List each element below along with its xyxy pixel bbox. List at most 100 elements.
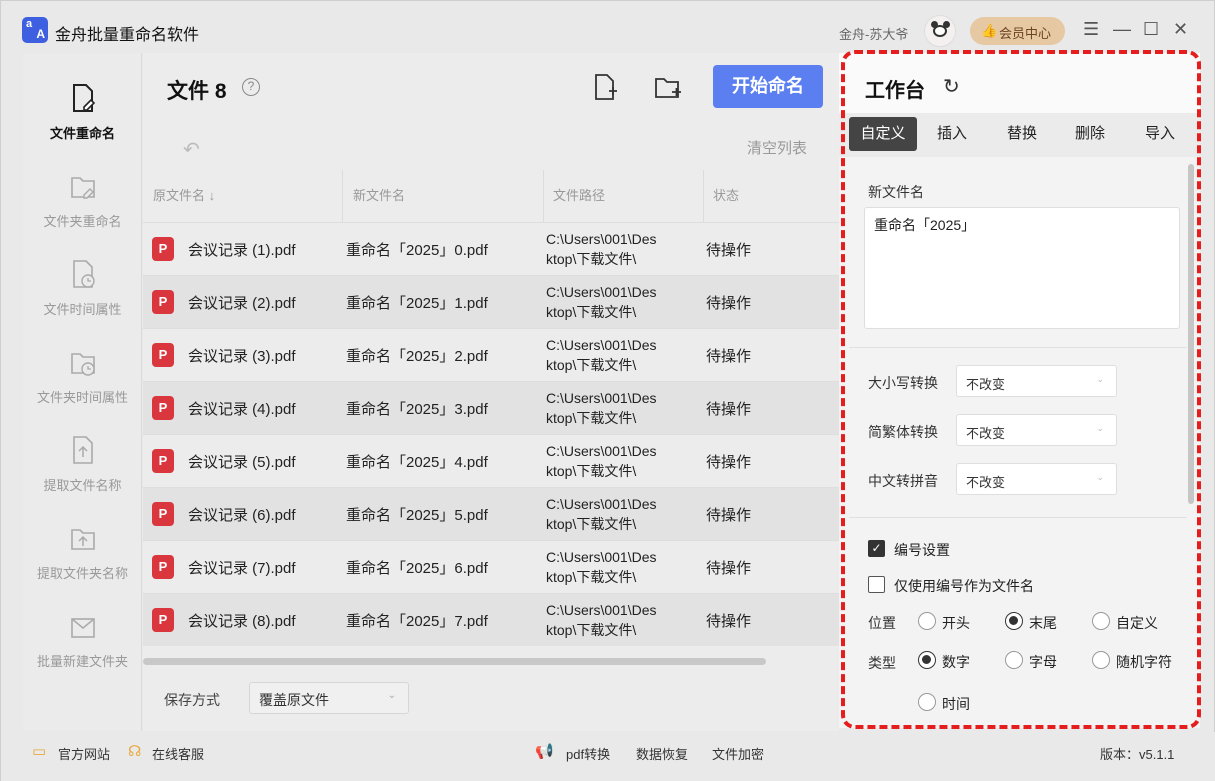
cell-file-path: C:\Users\001\Des ktop\下载文件\ [546, 335, 681, 375]
trad-simp-select[interactable]: 不改变 ⌄ [956, 414, 1117, 446]
nav-label: 批量新建文件夹 [36, 654, 128, 669]
type-random-radio[interactable] [1092, 651, 1110, 669]
workbench-body: 新文件名 重命名「2025」 大小写转换 不改变 ⌄ 简繁体转换 不改变 ⌄ 中… [839, 164, 1187, 728]
nav-item-file-time[interactable]: 文件时间属性 [23, 259, 142, 339]
case-convert-value: 不改变 [966, 377, 1006, 392]
pdf-convert-link[interactable]: pdf转换 [566, 744, 610, 763]
minimize-icon[interactable]: — [1113, 19, 1131, 39]
trad-simp-label: 简繁体转换 [868, 424, 938, 440]
monitor-icon: ▭ [32, 743, 47, 760]
save-mode-value: 覆盖原文件 [259, 692, 329, 708]
file-encrypt-link[interactable]: 文件加密 [712, 744, 764, 763]
title-bar: a A 金舟批量重命名软件 金舟-苏大爷 👍 会员中心 ☰ — ☐ ✕ [1, 1, 1215, 53]
col-file-path[interactable]: 文件路径 [543, 170, 703, 222]
online-service-link[interactable]: 在线客服 [152, 744, 204, 763]
tab-delete[interactable]: 删除 [1057, 117, 1123, 151]
tab-import[interactable]: 导入 [1127, 117, 1193, 151]
table-row[interactable]: P 会议记录 (6).pdf 重命名「2025」5.pdf C:\Users\0… [143, 487, 839, 540]
panel-vertical-scrollbar[interactable] [1188, 164, 1194, 504]
cell-new-name: 重命名「2025」2.pdf [346, 348, 488, 365]
undo-icon[interactable]: ↶ [183, 137, 200, 162]
table-row[interactable]: P 会议记录 (7).pdf 重命名「2025」6.pdf C:\Users\0… [143, 540, 839, 593]
path-line: ktop\下载文件\ [546, 516, 637, 532]
tab-custom[interactable]: 自定义 [849, 117, 917, 151]
table-row[interactable]: P 会议记录 (5).pdf 重命名「2025」4.pdf C:\Users\0… [143, 434, 839, 487]
col-original-name[interactable]: 原文件名 ↓ [143, 170, 342, 222]
new-name-input[interactable]: 重命名「2025」 [864, 207, 1180, 329]
nav-item-folder-rename[interactable]: 文件夹重命名 [23, 171, 142, 251]
nav-item-extract-folder-name[interactable]: 提取文件夹名称 [23, 523, 142, 603]
refresh-icon[interactable]: ↻ [943, 74, 960, 99]
cell-new-name: 重命名「2025」0.pdf [346, 242, 488, 259]
type-time-label: 时间 [942, 696, 970, 712]
position-start-radio[interactable] [918, 612, 936, 630]
path-line: C:\Users\001\Des [546, 602, 657, 618]
type-letter-radio[interactable] [1005, 651, 1023, 669]
type-letter-label: 字母 [1029, 654, 1057, 670]
table-row[interactable]: P 会议记录 (8).pdf 重命名「2025」7.pdf C:\Users\0… [143, 593, 839, 646]
maximize-icon[interactable]: ☐ [1143, 19, 1159, 39]
table-row[interactable]: P 会议记录 (3).pdf 重命名「2025」2.pdf C:\Users\0… [143, 328, 839, 381]
position-custom-radio[interactable] [1092, 612, 1110, 630]
cell-status: 待操作 [706, 454, 752, 471]
megaphone-icon: 📢 [535, 743, 554, 760]
path-line: C:\Users\001\Des [546, 390, 657, 406]
table-row[interactable]: P 会议记录 (2).pdf 重命名「2025」1.pdf C:\Users\0… [143, 275, 839, 328]
pinyin-select[interactable]: 不改变 ⌄ [956, 463, 1117, 495]
horizontal-scroll-thumb[interactable] [143, 658, 766, 665]
nav-label: 提取文件名称 [43, 478, 122, 493]
position-end-radio[interactable] [1005, 612, 1023, 630]
nav-label: 提取文件夹名称 [36, 566, 128, 581]
clear-list-button[interactable]: 清空列表 [747, 137, 807, 158]
help-icon[interactable]: ? [242, 78, 260, 96]
position-label: 位置 [868, 615, 896, 631]
path-line: C:\Users\001\Des [546, 231, 657, 247]
tab-replace[interactable]: 替换 [989, 117, 1055, 151]
folder-upload-icon [71, 529, 95, 550]
table-row[interactable]: P 会议记录 (1).pdf 重命名「2025」0.pdf C:\Users\0… [143, 222, 839, 275]
chevron-down-icon: ⌄ [387, 690, 396, 701]
add-folder-icon[interactable] [654, 73, 682, 101]
official-website-link[interactable]: 官方网站 [58, 744, 110, 763]
only-number-label: 仅使用编号作为文件名 [894, 578, 1034, 594]
path-line: ktop\下载文件\ [546, 357, 637, 373]
only-number-checkbox[interactable] [868, 576, 885, 593]
save-mode-select[interactable]: 覆盖原文件 ⌄ [249, 682, 409, 714]
pdf-file-icon: P [152, 290, 174, 314]
table-header: 原文件名 ↓ 新文件名 文件路径 状态 [143, 170, 839, 222]
path-line: ktop\下载文件\ [546, 251, 637, 267]
type-time-radio[interactable] [918, 693, 936, 711]
numbering-checkbox[interactable]: ✓ [868, 540, 885, 557]
cell-new-name: 重命名「2025」7.pdf [346, 613, 488, 630]
add-file-icon[interactable] [591, 73, 619, 101]
vip-center-button[interactable]: 👍 会员中心 [970, 17, 1065, 45]
data-recovery-link[interactable]: 数据恢复 [636, 744, 688, 763]
logo-letter-a: a [26, 18, 33, 30]
cell-original-name: 会议记录 (2).pdf [188, 295, 296, 312]
table-row[interactable]: P 会议记录 (4).pdf 重命名「2025」3.pdf C:\Users\0… [143, 381, 839, 434]
nav-item-file-rename[interactable]: 文件重命名 [23, 83, 142, 163]
menu-icon[interactable]: ☰ [1083, 19, 1099, 39]
nav-item-folder-time[interactable]: 文件夹时间属性 [23, 347, 142, 427]
nav-item-extract-file-name[interactable]: 提取文件名称 [23, 435, 142, 515]
user-name[interactable]: 金舟-苏大爷 [839, 24, 908, 43]
thumbs-up-icon: 👍 [981, 23, 998, 38]
horizontal-scrollbar[interactable] [143, 658, 839, 665]
col-status[interactable]: 状态 [703, 170, 839, 222]
cell-file-path: C:\Users\001\Des ktop\下载文件\ [546, 282, 681, 322]
pdf-file-icon: P [152, 502, 174, 526]
close-icon[interactable]: ✕ [1173, 19, 1188, 39]
cell-file-path: C:\Users\001\Des ktop\下载文件\ [546, 388, 681, 428]
nav-item-batch-new-folder[interactable]: 批量新建文件夹 [23, 611, 142, 691]
save-mode-label: 保存方式 [164, 692, 220, 708]
start-rename-button[interactable]: 开始命名 [713, 65, 823, 108]
tab-insert[interactable]: 插入 [919, 117, 985, 151]
cell-status: 待操作 [706, 560, 752, 577]
nav-label: 文件时间属性 [43, 302, 122, 317]
avatar[interactable] [924, 15, 956, 47]
case-convert-select[interactable]: 不改变 ⌄ [956, 365, 1117, 397]
position-custom-label: 自定义 [1116, 615, 1158, 631]
cell-file-path: C:\Users\001\Des ktop\下载文件\ [546, 494, 681, 534]
type-number-radio[interactable] [918, 651, 936, 669]
col-new-name[interactable]: 新文件名 [343, 170, 543, 222]
